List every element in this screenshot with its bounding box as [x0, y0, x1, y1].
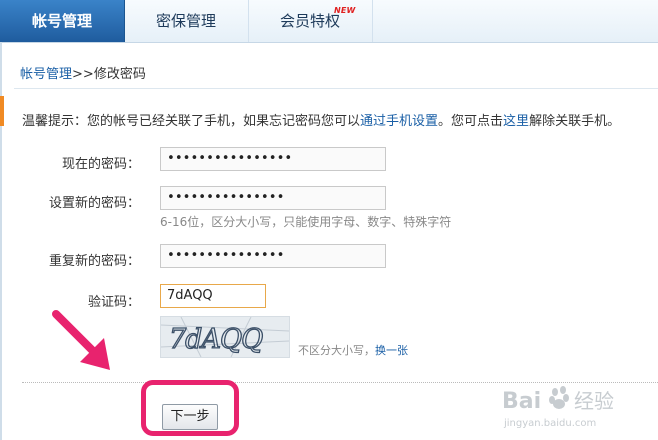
tab-label: 帐号管理: [31, 12, 92, 30]
tab-label: 密保管理: [155, 12, 216, 30]
repeat-password-input[interactable]: •••••••••••••••: [160, 244, 386, 268]
captcha-note: 不区分大小写，换一张: [298, 342, 408, 358]
captcha-text: 7dAQQ: [169, 324, 263, 355]
new-password-label: 设置新的密码：: [48, 196, 140, 211]
tip-text: 温馨提示：您的帐号已经关联了手机，如果忘记密码您可以通过手机设置。您可点击这里解…: [22, 110, 620, 129]
tip-middle: 。您可点击: [438, 114, 504, 129]
tab-label: 会员特权: [279, 12, 340, 30]
captcha-input[interactable]: 7dAQQ: [160, 284, 266, 308]
password-rule-hint: 6-16位，区分大小写，只能使用字母、数字、特殊字符: [160, 215, 452, 229]
breadcrumb-current: 修改密码: [93, 67, 146, 82]
refresh-captcha-link[interactable]: 换一张: [375, 344, 408, 357]
breadcrumb: 帐号管理>>修改密码: [20, 63, 146, 82]
captcha-image[interactable]: 7dAQQ: [160, 316, 290, 358]
tab-member-privileges[interactable]: 会员特权 NEW: [248, 0, 373, 42]
tip-suffix: 解除关联手机。: [529, 114, 621, 129]
phone-settings-link[interactable]: 通过手机设置: [360, 114, 438, 129]
repeat-password-label: 重复新的密码：: [48, 254, 140, 269]
captcha-graphic: 7dAQQ: [161, 317, 289, 357]
current-password-input[interactable]: ••••••••••••••••: [160, 147, 386, 171]
new-password-input[interactable]: •••••••••••••••: [160, 186, 386, 210]
baidu-watermark: Bai 经验 jingyan.baidu.com: [500, 382, 650, 438]
breadcrumb-separator: >>: [72, 67, 94, 82]
svg-text:经验: 经验: [574, 389, 614, 413]
breadcrumb-link-account[interactable]: 帐号管理: [20, 67, 72, 82]
current-password-label: 现在的密码：: [61, 157, 140, 172]
left-accent-mark: [0, 96, 4, 126]
divider: [14, 88, 658, 89]
svg-text:Bai: Bai: [502, 389, 541, 414]
svg-text:jingyan.baidu.com: jingyan.baidu.com: [503, 418, 596, 429]
top-nav: 帐号管理 密保管理 会员特权 NEW: [0, 0, 658, 43]
tab-security-management[interactable]: 密保管理: [124, 0, 249, 42]
new-badge: NEW: [334, 6, 356, 15]
captcha-note-text: 不区分大小写，: [298, 344, 375, 357]
highlight-annotation-box: [141, 380, 239, 436]
baidu-logo-icon: Bai 经验 jingyan.baidu.com: [502, 386, 614, 429]
annotation-arrow-icon: [52, 310, 110, 370]
unlink-phone-link[interactable]: 这里: [503, 114, 529, 129]
tip-prefix: 温馨提示：您的帐号已经关联了手机，如果忘记密码您可以: [22, 114, 361, 129]
tab-account-management[interactable]: 帐号管理: [0, 0, 125, 42]
